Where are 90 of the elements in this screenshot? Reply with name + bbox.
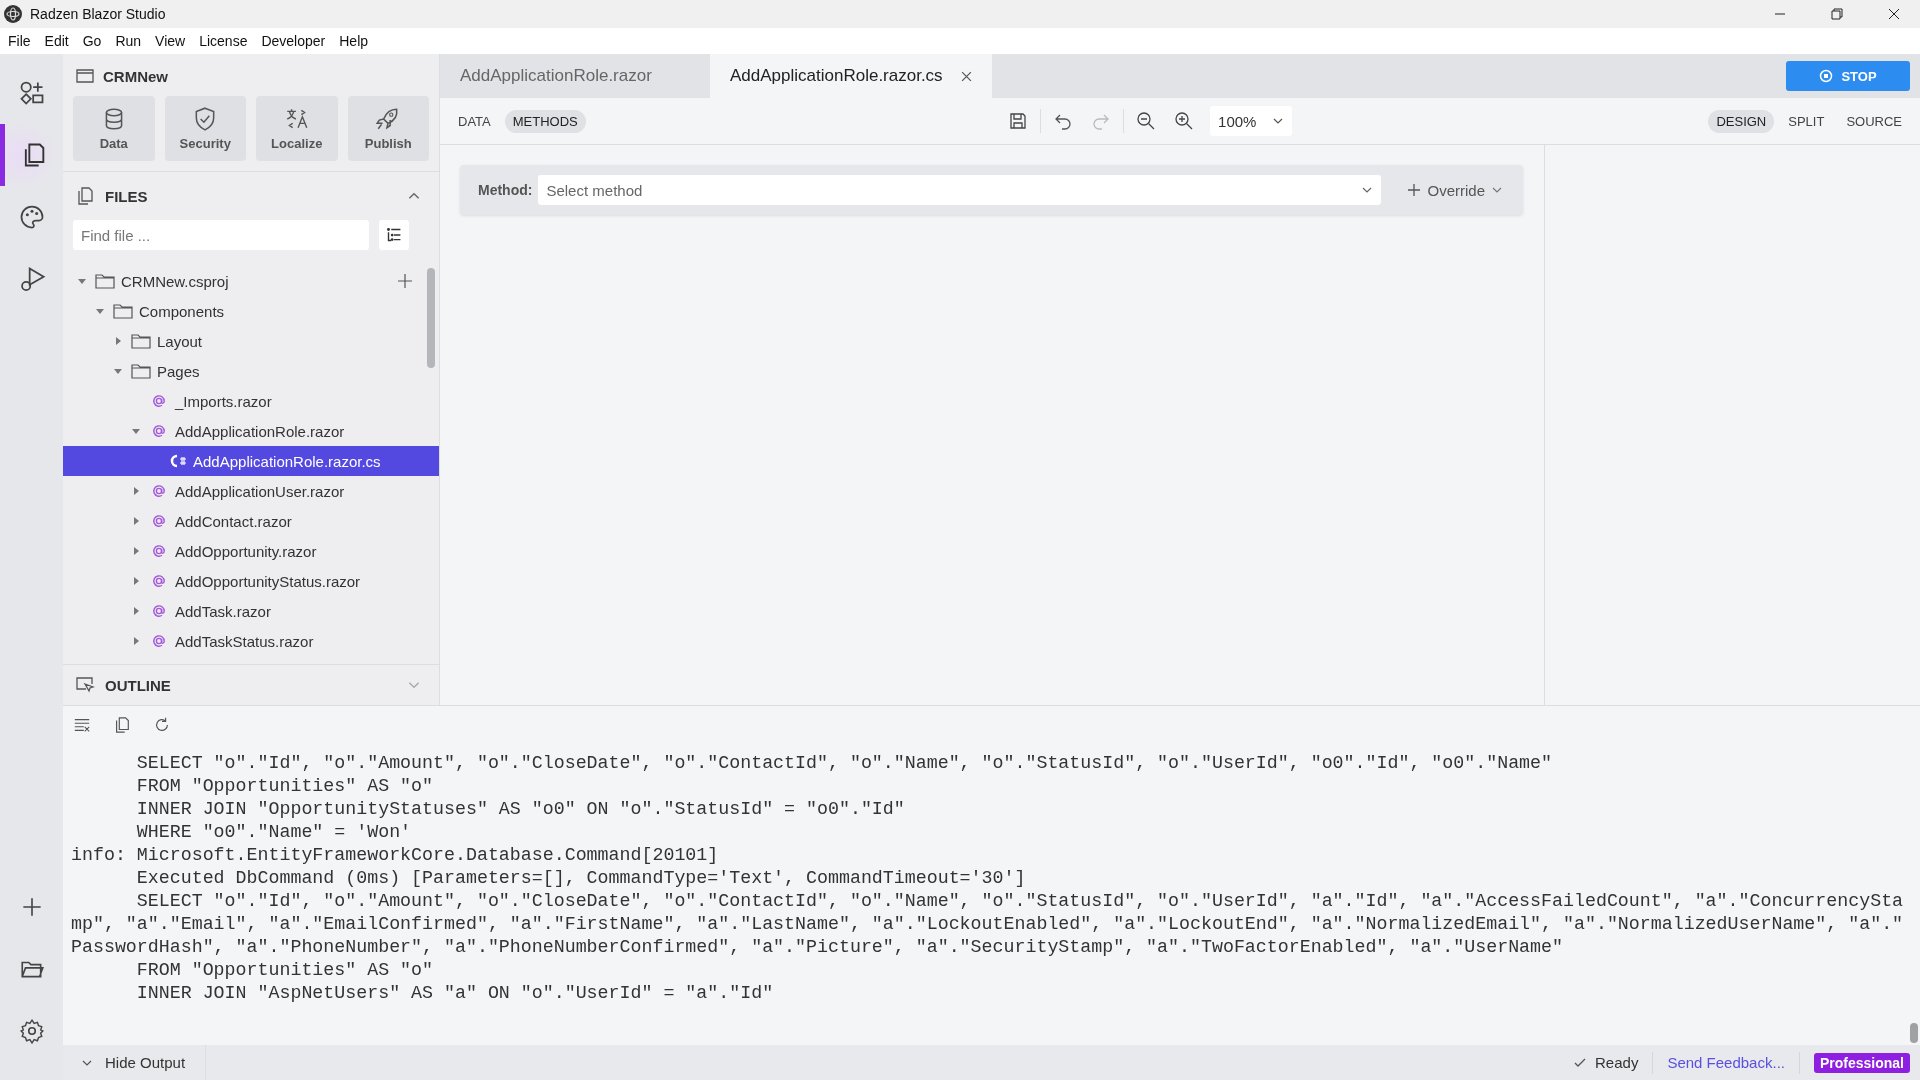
tree-item[interactable]: AddApplicationRole.razor.cs: [63, 446, 439, 476]
copy-icon[interactable]: [113, 716, 131, 734]
caret-icon[interactable]: [113, 336, 123, 346]
files-icon: [75, 186, 95, 206]
tree-item[interactable]: CRMNew.csproj: [63, 266, 439, 296]
localize-button[interactable]: Localize: [256, 96, 338, 161]
window-icon: [75, 66, 95, 86]
status-text: Ready: [1595, 1054, 1639, 1071]
close-icon[interactable]: [1888, 8, 1900, 20]
tree-item[interactable]: AddContact.razor: [63, 506, 439, 536]
log-line: SELECT "o"."Id", "o"."Amount", "o"."CloseDate", "o"."ContactId", "o"."Name", "o"."StatusId", "o"."UserId", "o0"."Id", "o0"."Name": [135, 752, 1554, 775]
log-line: WHERE "o0"."Name" = 'Won': [135, 821, 413, 844]
method-label: Method:: [478, 182, 533, 198]
zoom-in-icon[interactable]: [1174, 111, 1195, 131]
stop-icon: [1819, 69, 1834, 83]
caret-icon[interactable]: [131, 636, 141, 646]
send-feedback-link[interactable]: Send Feedback...: [1667, 1054, 1785, 1071]
restore-icon[interactable]: [1831, 8, 1843, 20]
menu-item[interactable]: Developer: [261, 33, 326, 49]
folder-icon: [113, 303, 133, 319]
placeholder-text: Select method: [546, 181, 643, 199]
window-title: Radzen Blazor Studio: [30, 6, 166, 22]
add-icon[interactable]: [397, 273, 413, 289]
caret-icon[interactable]: [95, 306, 105, 316]
menu-item[interactable]: Help: [339, 33, 369, 49]
tree-item[interactable]: Pages: [63, 356, 439, 386]
project-name: CRMNew: [103, 67, 168, 85]
plus-icon: [1407, 183, 1422, 197]
section-title: OUTLINE: [105, 676, 171, 694]
editor-tab[interactable]: AddApplicationRole.razor.cs: [710, 54, 992, 98]
tree-item[interactable]: AddApplicationUser.razor: [63, 476, 439, 506]
folder-icon: [131, 363, 151, 379]
log-line: info: Microsoft.EntityFrameworkCore.Database.Command[20101]: [71, 844, 720, 867]
menu-item[interactable]: Run: [115, 33, 142, 49]
log-line: Executed DbCommand (0ms) [Parameters=[], CommandType='Text', CommandTimeout='30']: [135, 867, 1027, 890]
section-title: FILES: [105, 187, 148, 205]
refresh-icon[interactable]: [153, 716, 171, 734]
caret-icon[interactable]: [131, 576, 141, 586]
close-icon[interactable]: [960, 70, 972, 82]
mode-tab[interactable]: DATA: [450, 109, 499, 133]
data-button[interactable]: Data: [73, 96, 155, 161]
log-line: INNER JOIN "AspNetUsers" AS "a" ON "o"."UserId" = "a"."Id": [135, 982, 775, 1005]
folder-icon: [95, 273, 115, 289]
mode-tab[interactable]: METHODS: [504, 109, 586, 133]
zoom-out-icon[interactable]: [1136, 111, 1157, 131]
menu-item[interactable]: License: [199, 33, 248, 49]
publish-button[interactable]: Publish: [347, 96, 429, 161]
menu-item[interactable]: File: [8, 33, 31, 49]
tree-item[interactable]: _Imports.razor: [63, 386, 439, 416]
caret-icon[interactable]: [131, 486, 141, 496]
settings-icon[interactable]: [18, 1018, 45, 1044]
method-dropdown[interactable]: Select method: [538, 175, 1382, 205]
log-line: FROM "Opportunities" AS "o": [135, 775, 435, 798]
editor-tab[interactable]: AddApplicationRole.razor: [440, 54, 710, 98]
menu-item[interactable]: Edit: [44, 33, 69, 49]
scrollbar-thumb[interactable]: [1910, 1023, 1918, 1043]
caret-icon[interactable]: [131, 546, 141, 556]
view-tab[interactable]: SPLIT: [1780, 109, 1833, 133]
zoom-dropdown[interactable]: 100%: [1210, 106, 1293, 136]
app-logo-icon: [3, 4, 23, 24]
save-icon[interactable]: [1008, 111, 1029, 131]
caret-icon[interactable]: [131, 426, 141, 436]
search-field[interactable]: Find file ...: [73, 220, 369, 250]
tree-item[interactable]: AddOpportunityStatus.razor: [63, 566, 439, 596]
tree-view-icon[interactable]: [379, 220, 409, 250]
security-button[interactable]: Security: [164, 96, 246, 161]
outline-icon: [75, 675, 95, 695]
caret-icon[interactable]: [77, 276, 87, 286]
clear-output-icon[interactable]: [73, 716, 91, 734]
caret-icon[interactable]: [131, 516, 141, 526]
license-badge: Professional: [1813, 1052, 1910, 1073]
override-button[interactable]: Override: [1401, 180, 1509, 200]
log-line: SELECT "o"."Id", "o"."Amount", "o"."CloseDate", "o"."ContactId", "o"."Name", "o"."StatusId", "o"."UserId", "a"."Id", "a"."AccessFailedCount", "a"."ConcurrencyStamp", "a"."Email", "a"."EmailConfirmed", "a"."FirstName", "a"."LastName", "a"."LockoutEnabled", "a"."LockoutEnd", "a"."NormalizedEmail", "a"."NormalizedUserName", "a"."PasswordHash", "a"."PhoneNumber", "a"."PhoneNumberConfirmed", "a"."Picture", "a"."SecurityStamp", "a"."TwoFactorEnabled", "a"."UserName": [71, 890, 1904, 959]
scrollbar-thumb[interactable]: [427, 268, 435, 368]
log-line: FROM "Opportunities" AS "o": [135, 959, 435, 982]
menu-item[interactable]: View: [155, 33, 186, 49]
view-tab[interactable]: SOURCE: [1838, 109, 1910, 133]
folder-icon: [131, 333, 151, 349]
tree-item[interactable]: AddTaskStatus.razor: [63, 626, 439, 656]
tree-item[interactable]: AddTask.razor: [63, 596, 439, 626]
view-tab[interactable]: DESIGN: [1708, 109, 1775, 133]
tree-item[interactable]: Layout: [63, 326, 439, 356]
log-line: INNER JOIN "OpportunityStatuses" AS "o0" ON "o"."StatusId" = "o0"."Id": [135, 798, 906, 821]
caret-icon[interactable]: [131, 606, 141, 616]
tree-item[interactable]: Components: [63, 296, 439, 326]
tree-item[interactable]: AddOpportunity.razor: [63, 536, 439, 566]
tree-item[interactable]: AddApplicationRole.razor: [63, 416, 439, 446]
menu-item[interactable]: Go: [82, 33, 102, 49]
caret-icon[interactable]: [113, 366, 123, 376]
hide-output-button[interactable]: Hide Output: [63, 1045, 207, 1080]
